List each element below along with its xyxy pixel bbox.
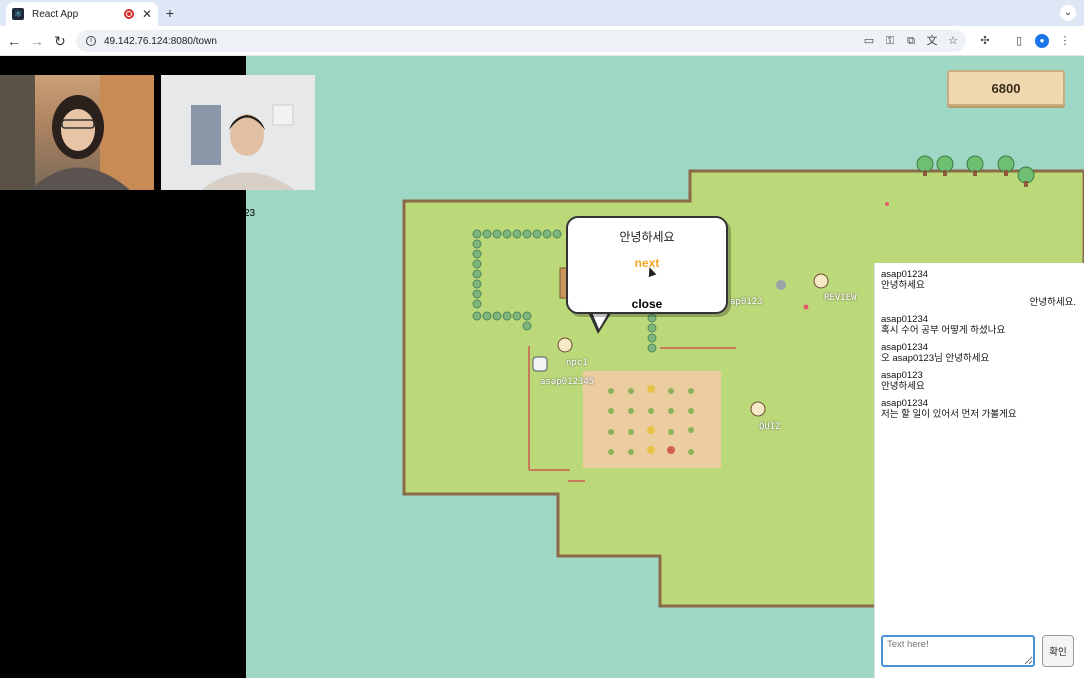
react-favicon-icon: ⚛	[12, 8, 24, 20]
dialog-close-button[interactable]: close	[568, 297, 726, 311]
chat-text: 혹시 수어 공부 어떻게 하셨나요	[881, 325, 1006, 336]
browser-tab-strip: ⚛ React App ✕ + ⌄	[0, 0, 1084, 26]
chat-panel: asap01234 안녕하세요 안녕하세요. asap01234 혹시 수어 공…	[874, 263, 1084, 678]
chat-message-own: 안녕하세요.	[1030, 297, 1076, 308]
side-panel-icon[interactable]: ▯	[1012, 34, 1026, 48]
chat-username: asap0123	[881, 370, 923, 381]
chat-username: asap01234	[881, 398, 929, 409]
reload-button[interactable]: ↻	[52, 33, 68, 49]
translate-icon[interactable]: 文	[925, 34, 939, 48]
npc-character	[557, 337, 573, 353]
chat-username: asap01234	[881, 342, 929, 353]
chat-text: 안녕하세요	[881, 280, 925, 291]
browser-toolbar: ← → ↻ i 49.142.76.124:8080/town ▭ ⚿ ⧉ 文 …	[0, 26, 1084, 56]
recording-indicator-icon	[123, 9, 134, 19]
video-call-panel	[0, 56, 315, 678]
chat-message: asap01234 저는 할 일이 있어서 먼저 가볼게요	[881, 398, 1017, 420]
chat-message: asap01234 안녕하세요	[881, 269, 928, 291]
overlay-text-fragment: 23	[244, 208, 256, 219]
address-bar[interactable]: i 49.142.76.124:8080/town	[76, 30, 966, 52]
npc-dialog: 안녕하세요 next close	[566, 216, 728, 314]
score-display: 6800	[947, 70, 1065, 106]
player-character	[532, 356, 548, 372]
chat-text: 안녕하세요	[881, 381, 925, 392]
camera-icon[interactable]: ▭	[862, 34, 876, 48]
review-label: REVIEW	[824, 293, 857, 303]
url-text: 49.142.76.124:8080/town	[104, 35, 217, 47]
key-icon[interactable]: ⚿	[883, 34, 897, 48]
dialog-text: 안녕하세요	[619, 230, 675, 244]
profile-avatar-icon[interactable]: ●	[1035, 34, 1049, 48]
flower	[803, 304, 809, 310]
tab-search-button[interactable]: ⌄	[1060, 5, 1076, 21]
page-content: 23 6800 npc1 asap012345 ap0123 REVIEW QU…	[0, 56, 1084, 678]
install-app-icon[interactable]: ⧉	[904, 34, 918, 48]
site-info-icon[interactable]: i	[86, 36, 96, 46]
review-npc	[813, 273, 829, 289]
chat-input[interactable]	[881, 635, 1035, 667]
npc-label: npc1	[566, 358, 588, 368]
chat-message: asap0123 안녕하세요	[881, 370, 925, 392]
bookmark-star-icon[interactable]: ☆	[946, 34, 960, 48]
quiz-label: QUIZ	[759, 422, 781, 432]
participant-video-1	[0, 75, 154, 190]
chat-text: 오 asap0123님 안녕하세요	[881, 353, 990, 364]
extensions-icon[interactable]: ✣	[978, 34, 992, 48]
back-button[interactable]: ←	[6, 33, 22, 49]
flower	[885, 202, 889, 206]
more-menu-icon[interactable]: ⋮	[1058, 34, 1072, 48]
chat-message: asap01234 혹시 수어 공부 어떻게 하셨나요	[881, 314, 1005, 336]
rock	[776, 280, 786, 290]
close-tab-icon[interactable]: ✕	[142, 7, 152, 21]
dialog-tail	[588, 310, 612, 334]
chat-text: 저는 할 일이 있어서 먼저 가볼게요	[881, 409, 1017, 420]
send-button[interactable]: 확인	[1042, 635, 1074, 667]
other-player-label: ap0123	[730, 297, 763, 307]
player-label: asap012345	[540, 377, 595, 387]
chat-message: asap01234 오 asap0123님 안녕하세요	[881, 342, 989, 364]
quiz-npc	[750, 401, 766, 417]
chat-username: asap01234	[881, 314, 929, 325]
chat-text: 안녕하세요.	[1029, 297, 1076, 308]
chat-username: asap01234	[881, 269, 929, 280]
new-tab-button[interactable]: +	[162, 5, 178, 21]
browser-tab[interactable]: ⚛ React App ✕	[6, 2, 158, 26]
tab-title: React App	[32, 8, 79, 20]
forward-button[interactable]: →	[29, 33, 45, 49]
participant-video-2	[161, 75, 315, 190]
